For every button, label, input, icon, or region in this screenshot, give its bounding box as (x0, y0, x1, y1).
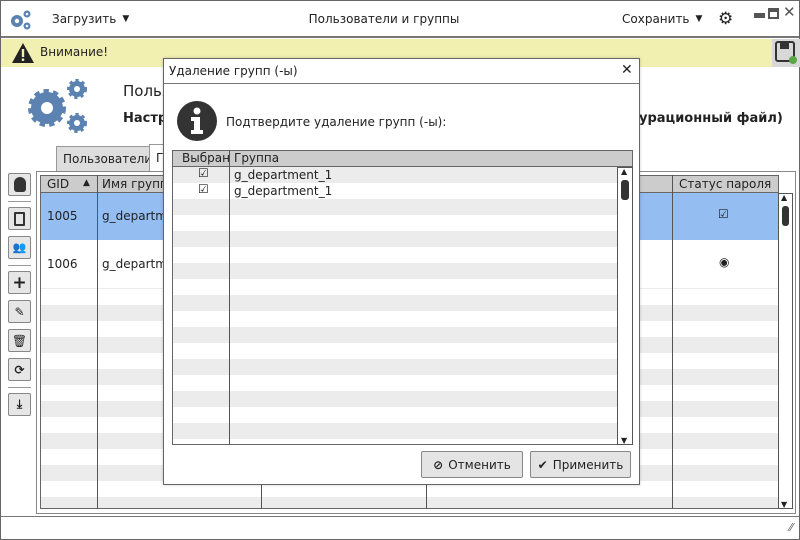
group-icon: 👥 (12, 241, 27, 254)
table-row[interactable]: ☑ g_department_1 (173, 166, 618, 183)
toolbar-separator (8, 265, 31, 266)
header-subtitle: Настр (123, 111, 168, 126)
dialog-message: Подтвердите удаление групп (-ы): (226, 115, 447, 129)
group-cell: g_department_1 (234, 184, 333, 198)
tab-users[interactable]: Пользователи (56, 146, 153, 172)
warning-text: Внимание! (40, 45, 109, 59)
dialog-title: Удаление групп (-ы) (169, 64, 298, 78)
delete-button[interactable]: 🗑 (8, 329, 31, 352)
header-gears-icon (28, 79, 87, 133)
sort-asc-icon: ▲ (83, 178, 90, 188)
plus-icon: + (12, 272, 27, 293)
settings-gear-icon[interactable]: ⚙ (718, 9, 733, 29)
save-label: Сохранить (622, 12, 690, 26)
delete-groups-dialog: Удаление групп (-ы) ✕ Подтвердите удален… (163, 58, 640, 485)
floppy-disk-icon (775, 41, 797, 64)
radio-icon: ◉ (719, 255, 730, 269)
add-button[interactable]: + (8, 271, 31, 294)
gid-cell: 1005 (47, 209, 78, 223)
groups-view-button[interactable]: 👥 (8, 236, 31, 259)
column-gid[interactable]: GID (47, 177, 69, 191)
cancel-label: Отменить (448, 457, 511, 472)
header-subtitle-tail: урационный файл) (639, 111, 783, 126)
group-cell: g_department_1 (234, 168, 333, 182)
status-bar: ⁄⁄ (1, 516, 799, 540)
users-view-button[interactable] (8, 207, 31, 230)
edit-button[interactable]: ✎ (8, 300, 31, 323)
chevron-down-icon: ▼ (695, 14, 703, 24)
column-divider (229, 150, 230, 445)
refresh-button[interactable]: ⟳ (8, 358, 31, 381)
scroll-down-icon[interactable]: ▼ (781, 500, 787, 509)
save-menu[interactable]: Сохранить ▼ (622, 12, 702, 26)
contact-book-icon (14, 211, 25, 226)
name-cell: g_departm (102, 257, 167, 271)
penguin-icon (13, 177, 26, 192)
name-cell: g_departm (102, 209, 167, 223)
table-scrollbar[interactable]: ▲ ▼ (778, 193, 793, 509)
minimize-icon[interactable] (754, 13, 765, 18)
title-bar: Загрузить ▼ Пользователи и группы Сохрани… (1, 1, 799, 38)
linux-button[interactable] (8, 173, 31, 196)
edit-icon: ✎ (14, 304, 25, 319)
column-divider (672, 175, 673, 509)
scroll-thumb[interactable] (782, 206, 789, 226)
download-icon: ⤓ (16, 397, 23, 411)
save-status-button[interactable] (772, 39, 800, 67)
info-icon (177, 101, 217, 141)
dialog-scrollbar[interactable]: ▲ ▼ (617, 167, 633, 445)
close-icon[interactable]: ✕ (783, 3, 796, 21)
download-button[interactable]: ⤓ (8, 393, 31, 416)
toolbar-separator (8, 201, 31, 202)
dialog-table-header: Выбран Группа (172, 150, 633, 167)
refresh-icon: ⟳ (14, 362, 25, 377)
dialog-groups-table: ☑ g_department_1 ☑ g_department_1 (172, 166, 618, 445)
scroll-up-icon[interactable]: ▲ (781, 193, 787, 202)
table-row[interactable]: ☑ g_department_1 (173, 182, 618, 199)
column-group[interactable]: Группа (234, 151, 279, 165)
scroll-down-icon[interactable]: ▼ (621, 436, 627, 445)
scroll-up-icon[interactable]: ▲ (621, 167, 627, 176)
gid-cell: 1006 (47, 257, 78, 271)
cancel-button[interactable]: ⊘ Отменить (421, 451, 523, 478)
column-password-status[interactable]: Статус пароля (679, 177, 771, 191)
column-selected[interactable]: Выбран (182, 151, 230, 165)
trash-icon: 🗑 (11, 333, 28, 348)
resize-grip-icon[interactable]: ⁄⁄ (789, 521, 793, 534)
tab-users-label: Пользователи (63, 152, 153, 166)
apply-button[interactable]: ✔ Применить (530, 451, 631, 478)
toolbar-separator (8, 387, 31, 388)
checkbox-checked-icon[interactable]: ☑ (198, 182, 209, 196)
warning-icon (12, 43, 34, 63)
checkbox-checked-icon: ☑ (718, 207, 729, 221)
apply-label: Применить (552, 457, 624, 472)
checkbox-checked-icon[interactable]: ☑ (198, 166, 209, 180)
column-divider (97, 175, 98, 509)
checkmark-icon: ✔ (537, 457, 548, 472)
scroll-thumb[interactable] (621, 180, 629, 200)
cancel-icon: ⊘ (433, 457, 444, 472)
dialog-title-bar: Удаление групп (-ы) ✕ (164, 59, 639, 84)
dialog-close-icon[interactable]: ✕ (621, 62, 633, 78)
maximize-icon[interactable] (768, 8, 779, 19)
